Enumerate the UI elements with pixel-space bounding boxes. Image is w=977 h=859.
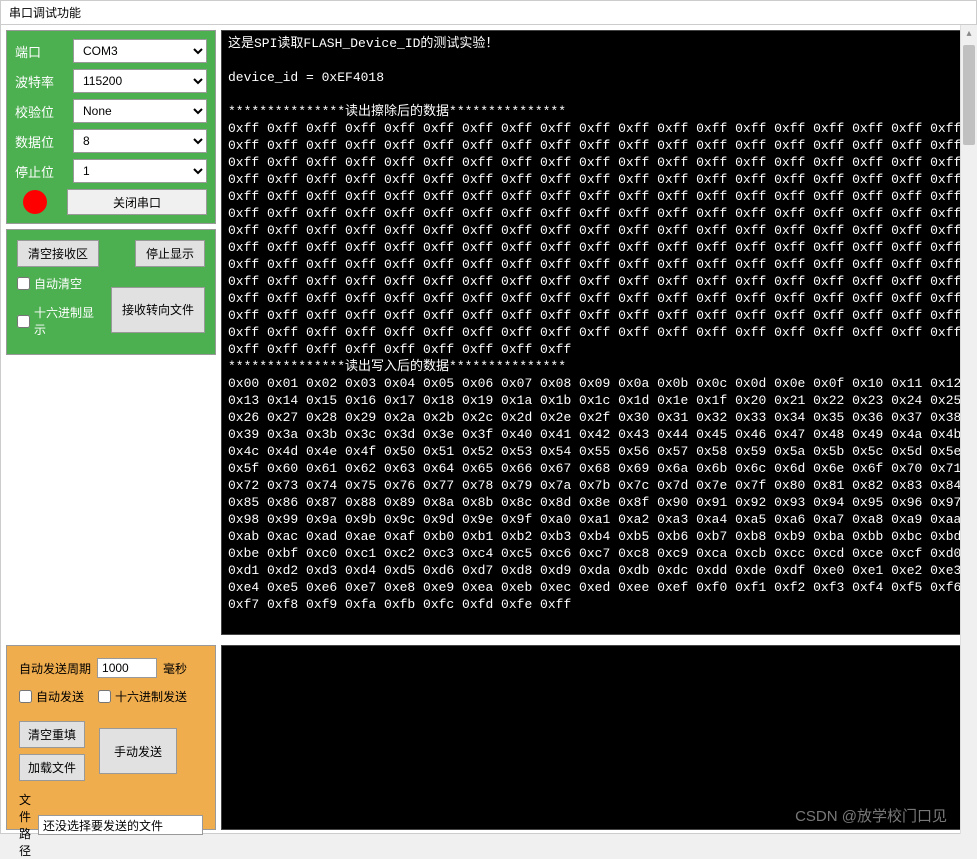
window-title: 串口调试功能 [1, 1, 976, 25]
auto-send-checkbox[interactable]: 自动发送 [19, 688, 84, 705]
rx-terminal[interactable]: 这是SPI读取FLASH_Device_ID的测试实验！ device_id =… [221, 30, 971, 635]
manual-send-button[interactable]: 手动发送 [99, 728, 177, 774]
scroll-up-icon[interactable]: ▴ [961, 25, 977, 42]
port-settings-panel: 端口 COM3 波特率 115200 校验位 None 数据位 8 停止位 [6, 30, 216, 224]
baud-label: 波特率 [15, 72, 65, 91]
parity-label: 校验位 [15, 102, 65, 121]
baud-select[interactable]: 115200 [73, 69, 207, 93]
status-led-icon [23, 190, 47, 214]
hex-send-input[interactable] [98, 690, 111, 703]
file-path-label: 文件路径 [19, 791, 32, 859]
vertical-scrollbar[interactable]: ▴ [960, 25, 977, 834]
hex-display-checkbox[interactable]: 十六进制显示 [17, 304, 101, 338]
scroll-thumb[interactable] [963, 45, 975, 145]
tx-terminal[interactable] [221, 645, 971, 830]
hex-display-input[interactable] [17, 315, 30, 328]
stop-display-button[interactable]: 停止显示 [135, 240, 205, 267]
auto-clear-input[interactable] [17, 277, 30, 290]
close-port-button[interactable]: 关闭串口 [67, 189, 207, 215]
hex-display-label: 十六进制显示 [34, 304, 101, 338]
auto-send-label: 自动发送 [36, 688, 84, 705]
send-period-unit: 毫秒 [163, 660, 187, 677]
send-period-label: 自动发送周期 [19, 660, 91, 677]
stop-bits-label: 停止位 [15, 162, 65, 181]
parity-select[interactable]: None [73, 99, 207, 123]
port-select[interactable]: COM3 [73, 39, 207, 63]
hex-send-label: 十六进制发送 [115, 688, 187, 705]
rx-controls-panel: 清空接收区 停止显示 自动清空 十六进制显示 接收转向文件 [6, 229, 216, 355]
load-file-button[interactable]: 加载文件 [19, 754, 85, 781]
data-bits-label: 数据位 [15, 132, 65, 151]
auto-clear-label: 自动清空 [34, 275, 82, 292]
port-label: 端口 [15, 42, 65, 61]
auto-send-input[interactable] [19, 690, 32, 703]
hex-send-checkbox[interactable]: 十六进制发送 [98, 688, 187, 705]
data-bits-select[interactable]: 8 [73, 129, 207, 153]
auto-clear-checkbox[interactable]: 自动清空 [17, 275, 101, 292]
clear-refill-button[interactable]: 清空重填 [19, 721, 85, 748]
clear-rx-button[interactable]: 清空接收区 [17, 240, 99, 267]
rx-to-file-button[interactable]: 接收转向文件 [111, 287, 205, 333]
stop-bits-select[interactable]: 1 [73, 159, 207, 183]
file-path-input[interactable] [38, 815, 203, 835]
tx-controls-panel: 自动发送周期 毫秒 自动发送 十六进制发送 清空重填 加载文件 [6, 645, 216, 830]
send-period-input[interactable] [97, 658, 157, 678]
